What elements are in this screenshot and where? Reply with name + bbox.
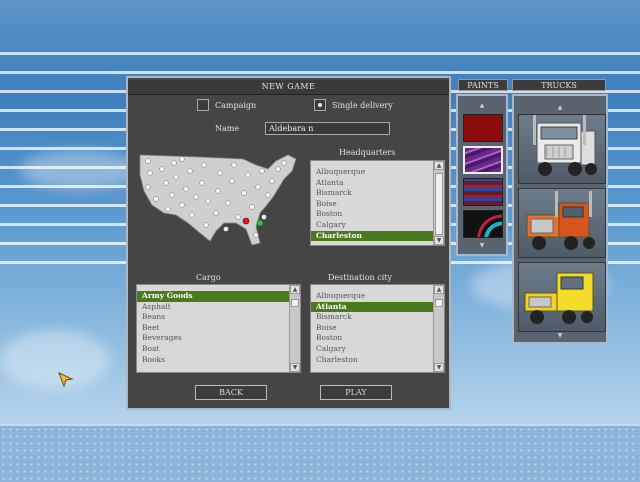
list-item[interactable]: Books [137, 355, 300, 366]
list-item[interactable]: Charleston [311, 355, 444, 366]
dest-marker-green [256, 219, 264, 227]
paints-down-arrow-icon[interactable]: ▼ [458, 242, 506, 249]
list-item[interactable]: Albuquerque [311, 167, 444, 178]
single-delivery-label: Single delivery [332, 101, 393, 110]
hq-marker-red [242, 217, 250, 225]
back-button[interactable]: BACK [195, 385, 267, 400]
paint-swatch-red[interactable] [463, 114, 503, 142]
list-item[interactable]: Bismarck [311, 188, 444, 199]
list-item[interactable]: Boise [311, 199, 444, 210]
paint-swatch-teal[interactable] [463, 210, 503, 238]
destination-list[interactable]: Albuquerque Atlanta Bismarck Boise Bosto… [310, 284, 445, 373]
list-item[interactable]: Albuquerque [311, 291, 444, 302]
scroll-down-icon[interactable]: ▼ [434, 363, 444, 372]
trucks-panel: ▲ ▼ [512, 94, 608, 344]
paint-swatch-stripes[interactable] [463, 178, 503, 206]
paints-up-arrow-icon[interactable]: ▲ [458, 102, 506, 109]
destination-label: Destination city [328, 273, 393, 282]
play-button[interactable]: PLAY [320, 385, 392, 400]
list-item[interactable]: Atlanta [311, 178, 444, 189]
list-item[interactable]: Bismarck [311, 312, 444, 323]
paint-swatch-purple[interactable] [463, 146, 503, 174]
list-item[interactable]: Boat [137, 344, 300, 355]
destination-scrollbar[interactable]: ▲ ▼ [433, 285, 444, 372]
scroll-up-icon[interactable]: ▲ [290, 285, 300, 294]
list-item[interactable]: Calgary [311, 220, 444, 231]
list-item[interactable]: Asphalt [137, 302, 300, 313]
hq-list[interactable]: Albuquerque Atlanta Bismarck Boise Bosto… [310, 160, 445, 246]
paints-panel: ▲ ▼ [456, 94, 508, 256]
radio-selected-dot [318, 103, 322, 107]
hq-scrollbar[interactable]: ▲ ▼ [433, 161, 444, 245]
usa-map[interactable] [138, 151, 300, 251]
cursor-icon [58, 372, 74, 388]
paints-header: PAINTS [458, 79, 508, 91]
bottom-bar [0, 424, 640, 482]
trucks-down-arrow-icon[interactable]: ▼ [514, 332, 606, 339]
campaign-label: Campaign [215, 101, 257, 110]
list-item-selected[interactable]: Atlanta [311, 301, 434, 313]
list-item[interactable]: Boston [311, 209, 444, 220]
list-item[interactable]: Boston [311, 333, 444, 344]
trucks-header: TRUCKS [512, 79, 606, 91]
scroll-up-icon[interactable]: ▲ [434, 161, 444, 170]
list-item-selected[interactable]: Charleston [311, 230, 434, 242]
scroll-down-icon[interactable]: ▼ [290, 363, 300, 372]
scroll-thumb[interactable] [435, 299, 443, 307]
single-delivery-radio[interactable] [314, 99, 326, 111]
trucks-up-arrow-icon[interactable]: ▲ [514, 104, 606, 111]
scroll-down-icon[interactable]: ▼ [434, 236, 444, 245]
dialog-title: NEW GAME [128, 80, 449, 95]
new-game-dialog: NEW GAME Campaign Single delivery Name A… [126, 76, 451, 410]
cargo-scrollbar[interactable]: ▲ ▼ [289, 285, 300, 372]
scroll-thumb[interactable] [291, 299, 299, 307]
truck-option-yellow[interactable] [518, 262, 606, 332]
scroll-up-icon[interactable]: ▲ [434, 285, 444, 294]
campaign-checkbox[interactable] [197, 99, 209, 111]
list-item[interactable]: Beet [137, 323, 300, 334]
name-label: Name [215, 124, 240, 133]
hq-label: Headquarters [339, 148, 396, 157]
list-item[interactable]: Beverages [137, 333, 300, 344]
list-item[interactable]: Boise [311, 323, 444, 334]
scroll-thumb[interactable] [435, 173, 443, 235]
truck-option-orange[interactable] [518, 188, 606, 258]
list-item-selected[interactable]: Army Goods [137, 291, 290, 302]
cargo-list[interactable]: Army Goods Asphalt Beans Beet Beverages … [136, 284, 301, 373]
truck-option-white[interactable] [518, 114, 606, 184]
name-input[interactable]: Aldebara n [265, 122, 390, 135]
list-item[interactable]: Beans [137, 312, 300, 323]
list-item[interactable]: Calgary [311, 344, 444, 355]
cargo-label: Cargo [196, 273, 221, 282]
